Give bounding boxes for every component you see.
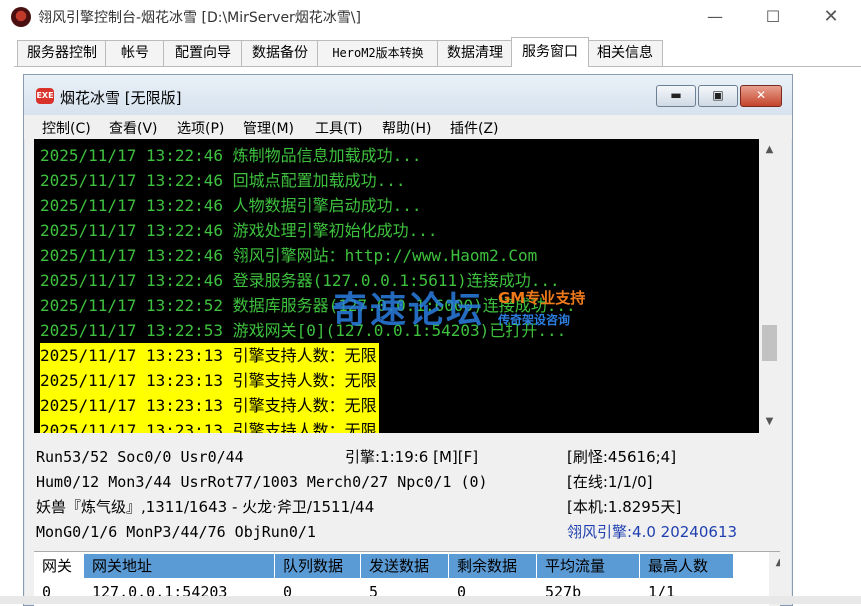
- table-scroll-up-icon[interactable]: ▲: [769, 554, 780, 572]
- status-panel: Run53/52 Soc0/0 Usr0/44 引擎:1:19:6 [M][F]…: [34, 437, 780, 551]
- main-tab-strip: 服务器控制 帐号 配置向导 数据备份 HeroM2版本转换 数据清理 服务窗口 …: [0, 37, 861, 67]
- menu-manage[interactable]: 管理(M): [243, 118, 294, 138]
- log-line: 2025/11/17 13:22:46 人物数据引擎启动成功...: [40, 196, 422, 215]
- status-spawn: [刷怪:45616;4]: [567, 448, 677, 466]
- status-uptime: [本机:1.8295天]: [567, 498, 682, 516]
- maximize-button[interactable]: ☐: [750, 4, 796, 30]
- scroll-down-icon[interactable]: ▼: [759, 413, 780, 431]
- column-header-gateway[interactable]: 网关: [34, 554, 84, 578]
- tab-herom2-convert[interactable]: HeroM2版本转换: [317, 40, 439, 66]
- scroll-up-icon[interactable]: ▲: [759, 141, 780, 159]
- tab-account[interactable]: 帐号: [105, 40, 165, 66]
- status-engine: 引擎:1:19:6 [M][F]: [345, 448, 479, 466]
- watermark-subtext-1: GM专业支持: [498, 289, 586, 307]
- window-bottom-edge: [0, 596, 861, 604]
- inner-maximize-button[interactable]: ▣: [698, 85, 738, 107]
- log-line: 2025/11/17 13:22:46 翎风引擎网站：http://www.Ha…: [40, 246, 538, 265]
- menu-bar: 控制(C) 查看(V) 选项(P) 管理(M) 工具(T) 帮助(H) 插件(Z…: [24, 115, 792, 139]
- scroll-thumb[interactable]: [762, 325, 777, 361]
- log-line: 2025/11/17 13:23:13 引擎支持人数：无限: [40, 368, 379, 393]
- service-window-title-bar: EXE 烟花冰雪 [无限版] ▬ ▣ ✕: [24, 75, 792, 115]
- tab-data-cleanup[interactable]: 数据清理: [437, 40, 513, 66]
- minimize-button[interactable]: —: [692, 4, 738, 30]
- close-button[interactable]: ✕: [808, 4, 854, 30]
- tab-service-window[interactable]: 服务窗口: [511, 37, 589, 67]
- log-line: 2025/11/17 13:22:46 炼制物品信息加载成功...: [40, 146, 422, 165]
- app-logo-icon: [11, 7, 31, 27]
- exe-icon: EXE: [36, 88, 54, 104]
- log-line: 2025/11/17 13:22:46 回城点配置加载成功...: [40, 171, 406, 190]
- tab-config-wizard[interactable]: 配置向导: [163, 40, 243, 66]
- log-scrollbar[interactable]: ▲ ▼: [759, 139, 780, 433]
- watermark-subtext-2: 传奇架设咨询: [498, 313, 571, 327]
- menu-options[interactable]: 选项(P): [177, 118, 224, 138]
- engine-version: 翎风引擎:4.0 20240613: [567, 523, 738, 541]
- menu-view[interactable]: 查看(V): [109, 118, 158, 138]
- status-hum: Hum0/12 Mon3/44 UsrRot77/1003 Merch0/27 …: [36, 473, 488, 491]
- inner-minimize-button[interactable]: ▬: [656, 85, 696, 107]
- menu-plugins[interactable]: 插件(Z): [450, 118, 499, 138]
- column-header-remaining[interactable]: 剩余数据: [449, 554, 537, 578]
- menu-tools[interactable]: 工具(T): [315, 118, 362, 138]
- column-header-address[interactable]: 网关地址: [84, 554, 275, 578]
- column-header-queue[interactable]: 队列数据: [275, 554, 361, 578]
- watermark-text: 奇速论坛: [332, 290, 485, 331]
- menu-help[interactable]: 帮助(H): [382, 118, 431, 138]
- menu-control[interactable]: 控制(C): [42, 118, 91, 138]
- column-header-avg-traffic[interactable]: 平均流量: [537, 554, 640, 578]
- status-run: Run53/52 Soc0/0 Usr0/44: [36, 448, 244, 466]
- column-header-max-users[interactable]: 最高人数: [640, 554, 734, 578]
- window-title: 翎风引擎控制台-烟花冰雪 [D:\MirServer烟花冰雪\]: [38, 10, 361, 26]
- column-header-sent[interactable]: 发送数据: [361, 554, 449, 578]
- log-line: 2025/11/17 13:23:13 引擎支持人数：无限: [40, 343, 379, 368]
- window-title-bar: 翎风引擎控制台-烟花冰雪 [D:\MirServer烟花冰雪\] — ☐ ✕: [0, 0, 861, 34]
- tab-related-info[interactable]: 相关信息: [587, 40, 663, 66]
- log-line: 2025/11/17 13:22:52 数据库服务器(127.0.0.1:600…: [40, 296, 576, 315]
- status-mon: MonG0/1/6 MonP3/44/76 ObjRun0/1: [36, 523, 316, 541]
- inner-close-button[interactable]: ✕: [740, 85, 782, 107]
- log-line: 2025/11/17 13:23:13 引擎支持人数：无限: [40, 418, 379, 433]
- log-line: 2025/11/17 13:22:53 游戏网关[0](127.0.0.1:54…: [40, 321, 567, 340]
- service-window: EXE 烟花冰雪 [无限版] ▬ ▣ ✕ 控制(C) 查看(V) 选项(P) 管…: [23, 74, 793, 606]
- log-line: 2025/11/17 13:22:46 游戏处理引擎初始化成功...: [40, 221, 438, 240]
- service-window-title: 烟花冰雪 [无限版]: [60, 89, 182, 107]
- tab-data-backup[interactable]: 数据备份: [241, 40, 319, 66]
- log-line: 2025/11/17 13:23:13 引擎支持人数：无限: [40, 393, 379, 418]
- status-monster: 妖兽『炼气级』,1311/1643 - 火龙·斧卫/1511/44: [36, 498, 375, 516]
- status-online: [在线:1/1/0]: [567, 473, 653, 491]
- tab-server-control[interactable]: 服务器控制: [17, 40, 107, 66]
